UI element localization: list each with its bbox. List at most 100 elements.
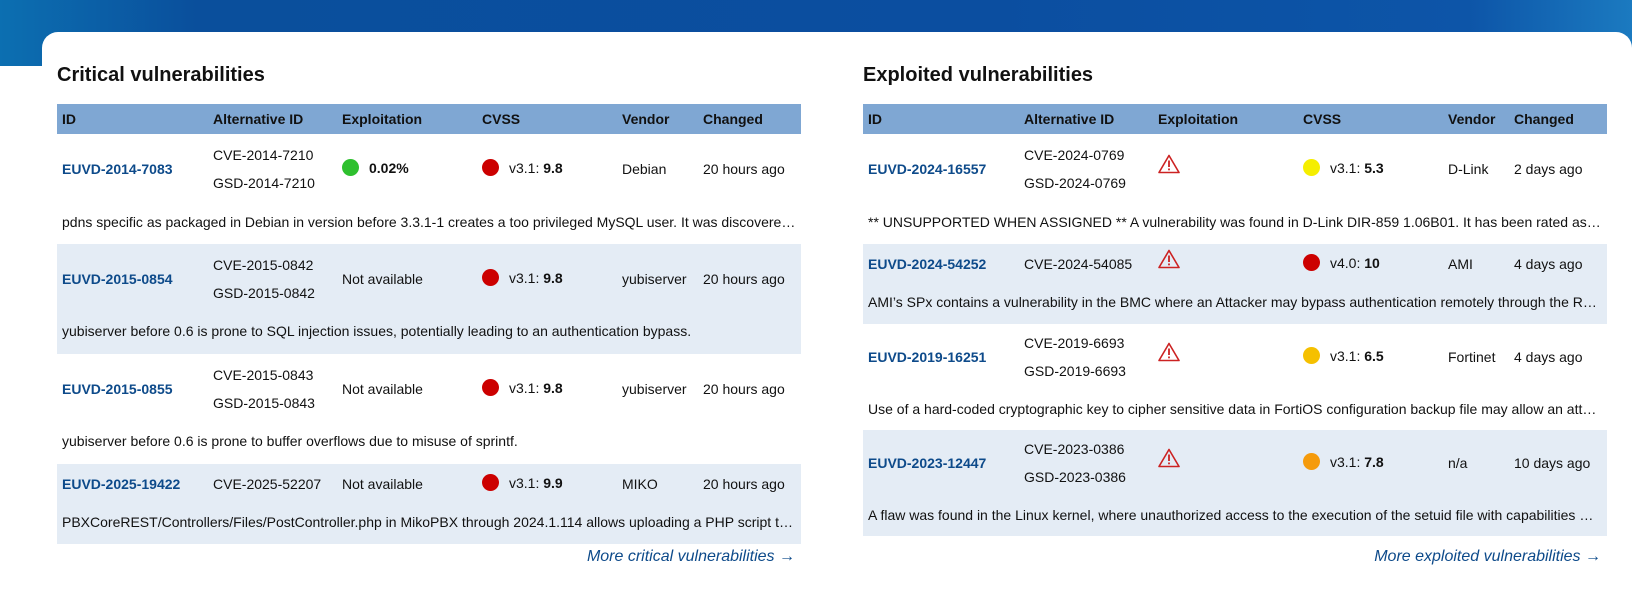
cvss-severity-dot — [482, 379, 499, 396]
critical-vulnerabilities-panel: Critical vulnerabilities ID Alternative … — [57, 60, 801, 565]
vulnerability-id-link[interactable]: EUVD-2014-7083 — [62, 161, 173, 177]
vulnerability-description: Use of a hard-coded cryptographic key to… — [868, 401, 1602, 417]
cvss-score: 5.3 — [1364, 159, 1384, 176]
exploited-vulnerabilities-panel: Exploited vulnerabilities ID Alternative… — [863, 60, 1607, 565]
alternative-ids: CVE-2019-6693 GSD-2019-6693 — [1024, 329, 1126, 385]
vulnerability-description: AMI’s SPx contains a vulnerability in th… — [868, 294, 1602, 310]
column-header-alternative-id: Alternative ID — [213, 111, 304, 127]
cvss-severity-dot — [1303, 347, 1320, 364]
cvss-text: v3.1: 9.9 — [509, 475, 563, 491]
cvss-score: 9.8 — [543, 159, 563, 176]
cvss-cell: v3.1: 6.5 — [1303, 347, 1384, 364]
cvss-cell: v3.1: 9.8 — [482, 379, 563, 396]
changed-time: 20 hours ago — [703, 381, 785, 397]
cvss-severity-dot — [482, 269, 499, 286]
cvss-score: 6.5 — [1364, 347, 1384, 364]
table-header: ID Alternative ID Exploitation CVSS Vend… — [57, 104, 801, 134]
column-header-changed: Changed — [1514, 111, 1574, 127]
cvss-cell: v3.1: 9.8 — [482, 159, 563, 176]
more-critical-vulnerabilities-link[interactable]: More critical vulnerabilities → — [587, 548, 795, 566]
changed-time: 2 days ago — [1514, 161, 1583, 177]
table-row: EUVD-2023-12447 CVE-2023-0386 GSD-2023-0… — [863, 430, 1607, 536]
vulnerability-description: ** UNSUPPORTED WHEN ASSIGNED ** A vulner… — [868, 214, 1602, 230]
cvss-version: v3.1: — [509, 474, 544, 491]
cvss-severity-dot — [1303, 254, 1320, 271]
column-header-vendor: Vendor — [1448, 111, 1496, 127]
vendor: Debian — [622, 161, 667, 177]
table-row: EUVD-2014-7083 CVE-2014-7210 GSD-2014-72… — [57, 134, 801, 244]
alternative-ids: CVE-2015-0843 GSD-2015-0843 — [213, 361, 315, 417]
cvss-score: 9.9 — [543, 474, 563, 491]
cvss-text: v3.1: 9.8 — [509, 270, 563, 286]
vulnerability-id-link[interactable]: EUVD-2023-12447 — [868, 455, 986, 471]
table-row: EUVD-2019-16251 CVE-2019-6693 GSD-2019-6… — [863, 324, 1607, 430]
cvss-version: v3.1: — [1330, 453, 1365, 470]
cvss-text: v3.1: 9.8 — [509, 380, 563, 396]
column-header-changed: Changed — [703, 111, 763, 127]
vendor: yubiserver — [622, 271, 687, 287]
vulnerability-id-link[interactable]: EUVD-2015-0855 — [62, 381, 173, 397]
alternative-id: GSD-2015-0842 — [213, 285, 315, 301]
changed-time: 10 days ago — [1514, 455, 1591, 471]
table-row: EUVD-2024-54252 CVE-2024-54085 v4.0: 10 … — [863, 244, 1607, 324]
alternative-id: CVE-2025-52207 — [213, 476, 322, 492]
cvss-severity-dot — [1303, 159, 1320, 176]
changed-time: 20 hours ago — [703, 476, 785, 492]
panel-title: Critical vulnerabilities — [57, 64, 265, 86]
vulnerability-description: yubiserver before 0.6 is prone to buffer… — [62, 433, 518, 449]
alternative-id: GSD-2019-6693 — [1024, 363, 1126, 379]
vulnerability-description: PBXCoreREST/Controllers/Files/PostContro… — [62, 514, 796, 530]
changed-time: 20 hours ago — [703, 161, 785, 177]
cvss-version: v3.1: — [509, 379, 544, 396]
cvss-score: 9.8 — [543, 269, 563, 286]
cvss-cell: v3.1: 9.8 — [482, 269, 563, 286]
cvss-score: 10 — [1364, 254, 1380, 271]
warning-triangle-icon — [1158, 342, 1180, 362]
vendor: MIKO — [622, 476, 658, 492]
alternative-ids: CVE-2023-0386 GSD-2023-0386 — [1024, 435, 1126, 491]
cvss-cell: v4.0: 10 — [1303, 254, 1380, 271]
vulnerability-id-link[interactable]: EUVD-2025-19422 — [62, 476, 180, 492]
cvss-version: v3.1: — [509, 269, 544, 286]
alternative-id: CVE-2024-0769 — [1024, 147, 1125, 163]
cvss-text: v3.1: 9.8 — [509, 160, 563, 176]
column-header-exploitation: Exploitation — [1158, 111, 1239, 127]
table-header: ID Alternative ID Exploitation CVSS Vend… — [863, 104, 1607, 134]
changed-time: 4 days ago — [1514, 349, 1583, 365]
alternative-id: CVE-2023-0386 — [1024, 441, 1125, 457]
table-row: EUVD-2015-0855 CVE-2015-0843 GSD-2015-08… — [57, 354, 801, 464]
vendor: AMI — [1448, 256, 1473, 272]
alternative-id: CVE-2019-6693 — [1024, 335, 1125, 351]
alternative-ids: CVE-2024-0769 GSD-2024-0769 — [1024, 141, 1126, 197]
cvss-cell: v3.1: 5.3 — [1303, 159, 1384, 176]
critical-table: ID Alternative ID Exploitation CVSS Vend… — [57, 104, 801, 544]
vulnerability-description: A flaw was found in the Linux kernel, wh… — [868, 507, 1602, 523]
cvss-text: v3.1: 6.5 — [1330, 348, 1384, 364]
column-header-cvss: CVSS — [482, 111, 521, 127]
cvss-cell: v3.1: 9.9 — [482, 474, 563, 491]
alternative-ids: CVE-2014-7210 GSD-2014-7210 — [213, 141, 315, 197]
exploitation-value: Not available — [342, 381, 423, 397]
alternative-id: GSD-2015-0843 — [213, 395, 315, 411]
table-row: EUVD-2024-16557 CVE-2024-0769 GSD-2024-0… — [863, 134, 1607, 244]
changed-time: 20 hours ago — [703, 271, 785, 287]
table-row: EUVD-2025-19422 CVE-2025-52207 Not avail… — [57, 464, 801, 544]
alternative-id: CVE-2015-0842 — [213, 257, 314, 273]
column-header-vendor: Vendor — [622, 111, 670, 127]
alternative-id: GSD-2023-0386 — [1024, 469, 1126, 485]
alternative-id: CVE-2014-7210 — [213, 147, 314, 163]
exploitation-value: Not available — [342, 271, 423, 287]
exploitation-value: Not available — [342, 476, 423, 492]
vulnerability-id-link[interactable]: EUVD-2015-0854 — [62, 271, 173, 287]
column-header-id: ID — [868, 111, 882, 127]
vulnerability-id-link[interactable]: EUVD-2024-54252 — [868, 256, 986, 272]
alternative-id: GSD-2014-7210 — [213, 175, 315, 191]
alternative-id: CVE-2015-0843 — [213, 367, 314, 383]
vulnerability-id-link[interactable]: EUVD-2024-16557 — [868, 161, 986, 177]
vulnerability-id-link[interactable]: EUVD-2019-16251 — [868, 349, 986, 365]
more-exploited-vulnerabilities-link[interactable]: More exploited vulnerabilities → — [1374, 548, 1601, 566]
cvss-version: v3.1: — [509, 159, 544, 176]
cvss-severity-dot — [482, 159, 499, 176]
warning-triangle-icon — [1158, 154, 1180, 174]
exploitation-cell: 0.02% — [342, 159, 409, 176]
